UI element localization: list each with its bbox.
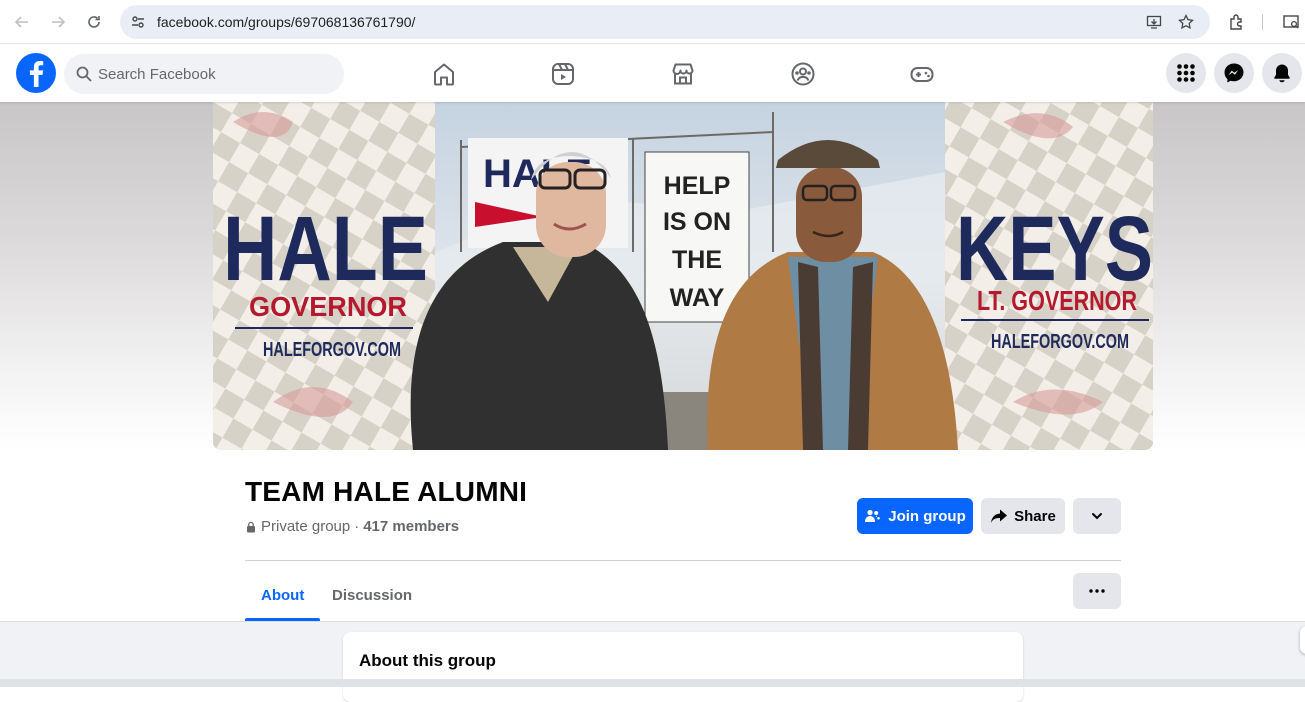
url-text[interactable]: facebook.com/groups/697068136761790/ xyxy=(157,14,415,30)
tab-about[interactable]: About xyxy=(245,570,321,621)
messenger-icon xyxy=(1224,63,1244,83)
search-box[interactable] xyxy=(64,54,344,94)
join-group-button[interactable]: Join group xyxy=(857,498,973,534)
search-input[interactable] xyxy=(98,54,338,94)
about-card: About this group xyxy=(343,632,1023,702)
scroll-handle[interactable] xyxy=(1300,626,1305,654)
header-divider xyxy=(245,560,1121,561)
menu-grid-button[interactable] xyxy=(1166,53,1206,93)
cover-photo[interactable]: HALE HELP IS ON THE WAY HALE GOVERNOR HA… xyxy=(213,102,1153,450)
notifications-button[interactable] xyxy=(1262,53,1302,93)
notifications-icon xyxy=(1274,64,1290,83)
sign-line-2: IS ON xyxy=(663,208,731,236)
nav-video[interactable] xyxy=(507,49,619,99)
toolbar-divider xyxy=(1262,14,1263,30)
nav-marketplace[interactable] xyxy=(627,49,739,99)
more-options-button[interactable] xyxy=(1073,573,1121,609)
site-info-icon[interactable] xyxy=(128,12,148,32)
cover-left-name: HALE xyxy=(223,198,428,300)
extensions-icon[interactable] xyxy=(1225,10,1249,34)
back-arrow-icon[interactable] xyxy=(9,9,35,35)
lock-icon xyxy=(247,521,255,532)
chevron-down-icon xyxy=(1092,513,1102,520)
sign-line-4: WAY xyxy=(670,284,725,312)
group-options-dropdown[interactable] xyxy=(1073,498,1121,534)
share-button[interactable]: Share xyxy=(981,498,1065,534)
video-icon xyxy=(552,63,574,85)
group-title: TEAM HALE ALUMNI xyxy=(245,476,528,507)
tab-about-label: About xyxy=(261,586,305,604)
facebook-logo[interactable] xyxy=(16,53,56,93)
sign-line-3: THE xyxy=(672,246,722,274)
menu-grid-icon xyxy=(1177,64,1195,82)
nav-groups[interactable] xyxy=(747,49,859,99)
taskbar-strip xyxy=(0,679,1305,687)
star-icon[interactable] xyxy=(1176,12,1196,32)
meta-separator: · xyxy=(354,518,360,535)
cover-left-title: GOVERNOR xyxy=(249,291,407,322)
share-label: Share xyxy=(1014,507,1056,525)
side-panel-icon[interactable] xyxy=(1279,10,1303,34)
cover-left-site: HALEFORGOV.COM xyxy=(263,339,401,361)
member-count[interactable]: 417 members xyxy=(363,518,459,535)
group-meta: Private group · 417 members xyxy=(245,518,459,535)
forward-arrow-icon[interactable] xyxy=(45,9,71,35)
address-bar[interactable]: facebook.com/groups/697068136761790/ xyxy=(120,5,1210,39)
facebook-top-bar xyxy=(0,45,1305,102)
cover-right-title: LT. GOVERNOR xyxy=(977,285,1137,316)
join-group-label: Join group xyxy=(888,507,966,525)
install-app-icon[interactable] xyxy=(1144,12,1164,32)
reload-icon[interactable] xyxy=(81,9,107,35)
tab-discussion[interactable]: Discussion xyxy=(316,570,428,620)
tab-discussion-label: Discussion xyxy=(332,586,413,604)
nav-gaming[interactable] xyxy=(866,49,978,99)
sign-line-1: HELP xyxy=(664,172,731,200)
group-privacy[interactable]: Private group xyxy=(261,518,350,535)
gaming-icon xyxy=(910,67,934,82)
groups-icon xyxy=(791,62,815,86)
messenger-button[interactable] xyxy=(1214,53,1254,93)
search-icon xyxy=(76,66,92,82)
marketplace-icon xyxy=(672,63,694,85)
join-group-icon xyxy=(865,509,881,522)
browser-toolbar: facebook.com/groups/697068136761790/ xyxy=(0,0,1305,44)
about-card-title: About this group xyxy=(359,651,496,670)
nav-home[interactable] xyxy=(388,49,500,99)
cover-right-site: HALEFORGOV.COM xyxy=(991,331,1129,353)
home-icon xyxy=(434,63,454,86)
more-dots-icon xyxy=(1089,589,1105,593)
share-icon xyxy=(991,509,1008,523)
